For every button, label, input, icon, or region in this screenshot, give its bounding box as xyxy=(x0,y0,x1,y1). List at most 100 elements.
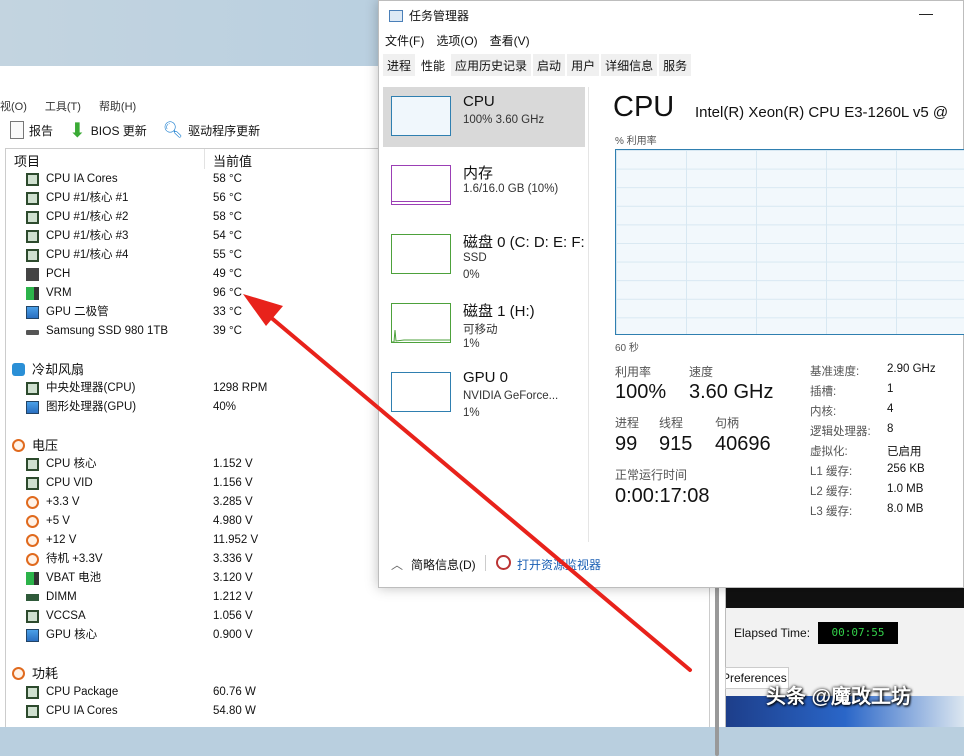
search-icon: 🔍︎ xyxy=(163,120,183,140)
task-manager-window: 任务管理器 — 文件(F)选项(O)查看(V) 进程性能应用历史记录启动用户详细… xyxy=(378,0,964,588)
bios-label: BIOS 更新 xyxy=(91,122,147,139)
speed-value: 3.60 GHz xyxy=(689,381,773,404)
open-resource-monitor-link[interactable]: 打开资源监视器 xyxy=(517,556,601,573)
perf-item[interactable]: CPU100% 3.60 GHz xyxy=(383,87,585,147)
sensor-label: +5 V xyxy=(46,512,70,531)
tab-6[interactable]: 服务 xyxy=(659,54,691,76)
uptime-value: 0:00:17:08 xyxy=(615,485,710,508)
menu-options[interactable]: 选项(O) xyxy=(436,34,477,48)
perf-item-title: 内存 xyxy=(463,162,493,183)
spec-value: 2.90 GHz xyxy=(887,363,936,375)
sensor-label: CPU #1/核心 #1 xyxy=(46,189,128,208)
menu-view[interactable]: 视(O) xyxy=(0,101,27,113)
tab-3[interactable]: 启动 xyxy=(533,54,565,76)
sensor-label: 电压 xyxy=(32,436,58,455)
spec-value: 4 xyxy=(887,403,893,415)
chip-icon xyxy=(26,192,39,205)
sensor-label: VBAT 电池 xyxy=(46,569,101,588)
sensor-group[interactable]: 功耗 xyxy=(6,664,709,683)
tm-menubar: 文件(F) 选项(O) 查看(V) xyxy=(385,32,542,49)
menu-file[interactable]: 文件(F) xyxy=(385,34,424,48)
perf-item[interactable]: 内存1.6/16.0 GB (10%) xyxy=(383,156,585,216)
report-label: 报告 xyxy=(29,122,53,139)
bat-icon xyxy=(26,572,39,585)
sensor-value: 58 °C xyxy=(213,208,242,227)
volt-icon xyxy=(26,534,39,547)
volt-icon xyxy=(26,515,39,528)
sensor-label: CPU IA Cores xyxy=(46,170,118,189)
sensor-row[interactable]: CPU IA Cores54.80 W xyxy=(6,702,709,721)
handles-value: 40696 xyxy=(715,433,771,456)
footer-bar: ︿ 简略信息(D) 打开资源监视器 xyxy=(379,549,964,579)
menu-view[interactable]: 查看(V) xyxy=(490,34,530,48)
brief-info-button[interactable]: 简略信息(D) xyxy=(411,556,476,573)
chip-icon xyxy=(26,686,39,699)
perf-item[interactable]: 磁盘 1 (H:)可移动1% xyxy=(383,294,585,354)
sensor-label: 功耗 xyxy=(32,664,58,683)
sensor-row[interactable]: DIMM1.212 V xyxy=(6,588,709,607)
sensor-row[interactable]: GPU 核心0.900 V xyxy=(6,626,709,645)
tab-5[interactable]: 详细信息 xyxy=(601,54,657,76)
chip-icon xyxy=(26,173,39,186)
tab-4[interactable]: 用户 xyxy=(567,54,599,76)
sensor-value: 56 °C xyxy=(213,189,242,208)
spec-label: 内核: xyxy=(810,403,836,419)
sensor-value: 55 °C xyxy=(213,246,242,265)
sensor-label: +12 V xyxy=(46,531,76,550)
threads-value: 915 xyxy=(659,433,692,456)
dimm-icon xyxy=(26,594,39,601)
sensor-label: CPU #1/核心 #4 xyxy=(46,246,128,265)
processes-label: 进程 xyxy=(615,414,639,431)
menu-tools[interactable]: 工具(T) xyxy=(45,101,81,113)
aida-menubar: 视(O) 工具(T) 帮助(H) xyxy=(0,98,154,114)
chevron-up-icon[interactable]: ︿ xyxy=(391,556,403,573)
bios-update-button[interactable]: ⬇BIOS 更新 xyxy=(69,118,147,143)
sensor-value: 1.056 V xyxy=(213,607,253,626)
perf-item-title: GPU 0 xyxy=(463,369,508,386)
perf-item[interactable]: GPU 0NVIDIA GeForce...1% xyxy=(383,363,585,423)
cpu-model: Intel(R) Xeon(R) CPU E3-1260L v5 @ xyxy=(695,104,948,121)
column-header-value[interactable]: 当前值 xyxy=(213,151,252,170)
spec-label: L3 缓存: xyxy=(810,503,852,519)
uptime-label: 正常运行时间 xyxy=(615,466,687,483)
minimize-button[interactable]: — xyxy=(919,5,933,21)
sensor-label: 待机 +3.3V xyxy=(46,550,103,569)
perf-item-sub: SSD xyxy=(463,252,487,264)
sensor-value: 1.212 V xyxy=(213,588,253,607)
sensor-value: 33 °C xyxy=(213,303,242,322)
sensor-label: GPU 核心 xyxy=(46,626,97,645)
menu-help[interactable]: 帮助(H) xyxy=(99,101,136,113)
sensor-label: +3.3 V xyxy=(46,493,80,512)
sensor-row[interactable]: CPU Package60.76 W xyxy=(6,683,709,702)
ssd-icon xyxy=(26,330,39,335)
perf-title: CPU xyxy=(613,91,674,124)
sensor-value: 39 °C xyxy=(213,322,242,341)
mini-graph xyxy=(391,165,451,205)
sensor-label: Samsung SSD 980 1TB xyxy=(46,322,168,341)
report-button[interactable]: 报告 xyxy=(10,121,53,139)
tab-1[interactable]: 性能 xyxy=(417,54,449,76)
sensor-value: 3.285 V xyxy=(213,493,253,512)
spec-value: 已启用 xyxy=(887,443,922,459)
perf-item-usage: 1% xyxy=(463,407,480,419)
spec-label: 基准速度: xyxy=(810,363,859,379)
perf-item-sub: 100% 3.60 GHz xyxy=(463,114,544,126)
cpu-usage-graph xyxy=(615,149,964,335)
processes-value: 99 xyxy=(615,433,637,456)
sensor-value: 49 °C xyxy=(213,265,242,284)
sensor-label: GPU 二极管 xyxy=(46,303,109,322)
tab-2[interactable]: 应用历史记录 xyxy=(451,54,531,76)
elapsed-time-value: 00:07:55 xyxy=(818,622,898,644)
column-header-item[interactable]: 项目 xyxy=(14,151,40,170)
mini-graph xyxy=(391,303,451,343)
sensor-value: 54 °C xyxy=(213,227,242,246)
benchmark-graph-strip xyxy=(726,588,964,608)
handles-label: 句柄 xyxy=(715,414,739,431)
driver-update-button[interactable]: 🔍︎驱动程序更新 xyxy=(163,120,260,140)
perf-item[interactable]: 磁盘 0 (C: D: E: F:SSD0% xyxy=(383,225,585,285)
chip-icon xyxy=(26,230,39,243)
tab-0[interactable]: 进程 xyxy=(383,54,415,76)
sensor-row[interactable]: VCCSA1.056 V xyxy=(6,607,709,626)
util-label: 利用率 xyxy=(615,363,651,380)
column-divider[interactable] xyxy=(204,149,205,169)
